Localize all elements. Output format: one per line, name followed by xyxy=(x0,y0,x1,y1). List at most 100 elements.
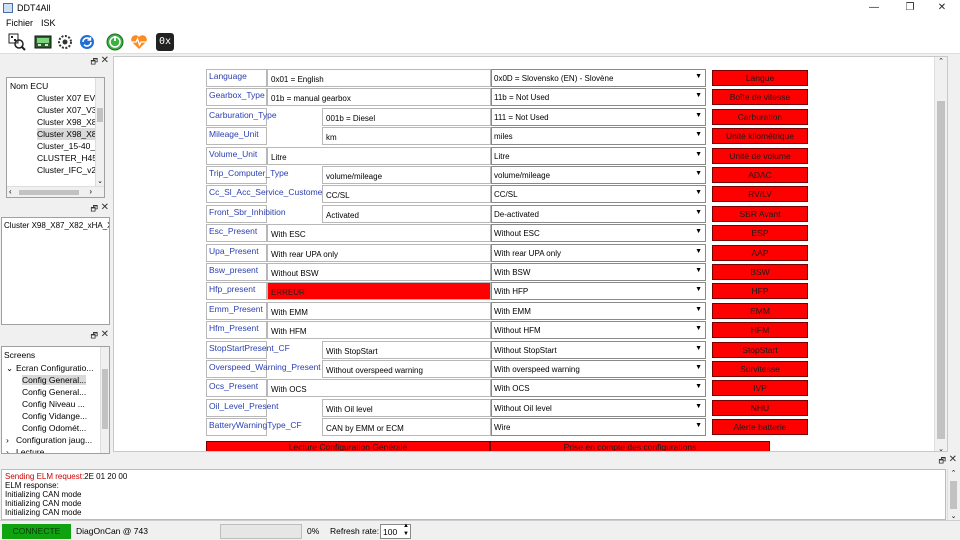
screen-tree-item[interactable]: Config General... xyxy=(6,374,100,386)
config-write-button[interactable]: SBR Avant xyxy=(712,205,808,222)
float-panel-icon[interactable]: 🗗 xyxy=(90,203,98,217)
config-option-select[interactable]: miles ▼ xyxy=(491,127,706,146)
dropdown-arrow-icon[interactable]: ▼ xyxy=(695,112,702,119)
dropdown-arrow-icon[interactable]: ▼ xyxy=(695,267,702,274)
diagnostic-icon[interactable] xyxy=(34,33,52,51)
log-scrollbar[interactable]: ⌃ ⌄ xyxy=(947,469,959,520)
config-write-button[interactable]: HFP xyxy=(712,283,808,300)
config-option-select[interactable]: De-activated ▼ xyxy=(491,204,706,223)
settings-gear-icon[interactable] xyxy=(56,33,74,51)
config-write-button[interactable]: IVP xyxy=(712,380,808,397)
config-write-button[interactable]: Langue xyxy=(712,70,808,86)
spin-down-icon[interactable]: ▼ xyxy=(403,530,409,539)
config-option-select[interactable]: With overspeed warning ▼ xyxy=(491,360,706,378)
config-option-select[interactable]: 11b = Not Used ▼ xyxy=(491,88,706,107)
float-panel-icon[interactable]: 🗗 xyxy=(90,330,98,344)
close-panel-icon[interactable]: ✕ xyxy=(101,202,109,213)
dropdown-arrow-icon[interactable]: ▼ xyxy=(695,170,702,177)
config-write-button[interactable]: Unité kilométrique xyxy=(712,128,808,145)
config-option-select[interactable]: CC/SL ▼ xyxy=(491,185,706,204)
close-window-button[interactable]: ✕ xyxy=(928,1,956,15)
config-scrollbar[interactable]: ⌃ ⌄ xyxy=(934,57,947,451)
tree-toggle-icon[interactable]: › xyxy=(6,446,16,453)
config-write-button[interactable]: Alerte batterie xyxy=(712,419,808,436)
close-panel-icon[interactable]: ✕ xyxy=(949,454,957,465)
tree-toggle-icon[interactable]: › xyxy=(6,434,16,446)
read-config-button[interactable]: Lecture Configuration Générale xyxy=(206,441,490,451)
dropdown-arrow-icon[interactable]: ▼ xyxy=(695,364,702,371)
config-option-select[interactable]: With HFP ▼ xyxy=(491,282,706,301)
config-option-select[interactable]: With OCS ▼ xyxy=(491,379,706,398)
screen-tree-item[interactable]: Config Vidange... xyxy=(6,410,100,422)
screens-scrollbar[interactable] xyxy=(100,347,109,453)
ecu-scan-icon[interactable] xyxy=(8,33,26,51)
dropdown-arrow-icon[interactable]: ▼ xyxy=(695,345,702,352)
connect-icon[interactable] xyxy=(106,33,124,51)
config-option-select[interactable]: volume/mileage ▼ xyxy=(491,166,706,184)
dropdown-arrow-icon[interactable]: ▼ xyxy=(695,403,702,410)
config-option-select[interactable]: With EMM ▼ xyxy=(491,301,706,320)
config-option-select[interactable]: 111 = Not Used ▼ xyxy=(491,107,706,126)
screen-tree-item[interactable]: ⌄ Ecran Configuratio... xyxy=(6,362,100,374)
config-option-select[interactable]: With rear UPA only ▼ xyxy=(491,243,706,262)
heartbeat-icon[interactable] xyxy=(130,33,148,51)
dropdown-arrow-icon[interactable]: ▼ xyxy=(695,325,702,332)
config-option-select[interactable]: 0x0D = Slovensko (EN) - Slovène ▼ xyxy=(491,69,706,87)
dropdown-arrow-icon[interactable]: ▼ xyxy=(695,209,702,216)
screen-tree-item[interactable]: › Configuration jaug... xyxy=(6,434,100,446)
ecu-list-item[interactable]: Cluster X07_V3 xyxy=(37,104,97,116)
float-panel-icon[interactable]: 🗗 xyxy=(90,56,98,70)
config-write-button[interactable]: Boîte de vitesse xyxy=(712,89,808,106)
ecu-list-hscroll[interactable]: ‹ › xyxy=(7,186,104,197)
refresh-rate-spinbox[interactable]: 100 ▲ ▼ xyxy=(380,523,411,539)
screen-tree-item[interactable]: › Lecture xyxy=(6,446,100,453)
close-panel-icon[interactable]: ✕ xyxy=(101,329,109,340)
float-panel-icon[interactable]: 🗗 xyxy=(938,455,946,469)
dropdown-arrow-icon[interactable]: ▼ xyxy=(695,73,702,80)
config-write-button[interactable]: BSW xyxy=(712,264,808,280)
config-write-button[interactable]: Survitesse xyxy=(712,361,808,377)
ecu-list-item[interactable]: Cluster X07 EV_ xyxy=(37,92,97,104)
config-write-button[interactable]: NHU xyxy=(712,399,808,416)
config-write-button[interactable]: AAP xyxy=(712,244,808,261)
ecu-list-item[interactable]: CLUSTER_H45_ xyxy=(37,152,97,164)
config-write-button[interactable]: Carburation xyxy=(712,108,808,125)
dropdown-arrow-icon[interactable]: ▼ xyxy=(695,151,702,158)
ecu-list-item[interactable]: Cluster X98_X8 xyxy=(37,128,97,140)
dropdown-arrow-icon[interactable]: ▼ xyxy=(695,383,702,390)
screen-tree-item[interactable]: Config Odomét... xyxy=(6,422,100,434)
dropdown-arrow-icon[interactable]: ▼ xyxy=(695,92,702,99)
close-panel-icon[interactable]: ✕ xyxy=(101,55,109,66)
config-write-button[interactable]: HFM xyxy=(712,322,808,339)
dropdown-arrow-icon[interactable]: ▼ xyxy=(695,286,702,293)
apply-config-button[interactable]: Prise en compte des configurations xyxy=(490,441,770,451)
config-option-select[interactable]: Wire ▼ xyxy=(491,418,706,437)
config-write-button[interactable]: RV/LV xyxy=(712,186,808,203)
screen-tree-item[interactable]: Config General... xyxy=(6,386,100,398)
config-write-button[interactable]: Unité de volume xyxy=(712,147,808,164)
dropdown-arrow-icon[interactable]: ▼ xyxy=(695,248,702,255)
config-option-select[interactable]: Without HFM ▼ xyxy=(491,321,706,340)
ecu-list-item[interactable]: Cluster X98_X8 xyxy=(37,116,97,128)
dropdown-arrow-icon[interactable]: ▼ xyxy=(695,131,702,138)
refresh-icon[interactable] xyxy=(78,33,96,51)
ecu-list-item[interactable]: Cluster_15-40_ xyxy=(37,140,97,152)
ecu-list-item[interactable]: Cluster_IFC_v2 xyxy=(37,164,97,176)
config-write-button[interactable]: EMM xyxy=(712,302,808,319)
menu-fichier[interactable]: Fichier xyxy=(6,18,33,28)
menu-isk[interactable]: ISK xyxy=(41,18,56,28)
config-option-select[interactable]: Without StopStart ▼ xyxy=(491,340,706,359)
ecu-list-scrollbar[interactable]: ⌄ xyxy=(95,78,104,186)
dropdown-arrow-icon[interactable]: ▼ xyxy=(695,306,702,313)
config-option-select[interactable]: Without Oil level ▼ xyxy=(491,398,706,417)
config-option-select[interactable]: Without ESC ▼ xyxy=(491,224,706,243)
tree-toggle-icon[interactable]: ⌄ xyxy=(6,362,16,374)
screen-tree-item[interactable]: Config Niveau ... xyxy=(6,398,100,410)
config-write-button[interactable]: ESP xyxy=(712,225,808,242)
dropdown-arrow-icon[interactable]: ▼ xyxy=(695,422,702,429)
config-write-button[interactable]: ADAC xyxy=(712,167,808,183)
config-write-button[interactable]: StopStart xyxy=(712,341,808,358)
minimize-button[interactable]: — xyxy=(860,1,888,15)
config-option-select[interactable]: Litre ▼ xyxy=(491,146,706,165)
dropdown-arrow-icon[interactable]: ▼ xyxy=(695,228,702,235)
